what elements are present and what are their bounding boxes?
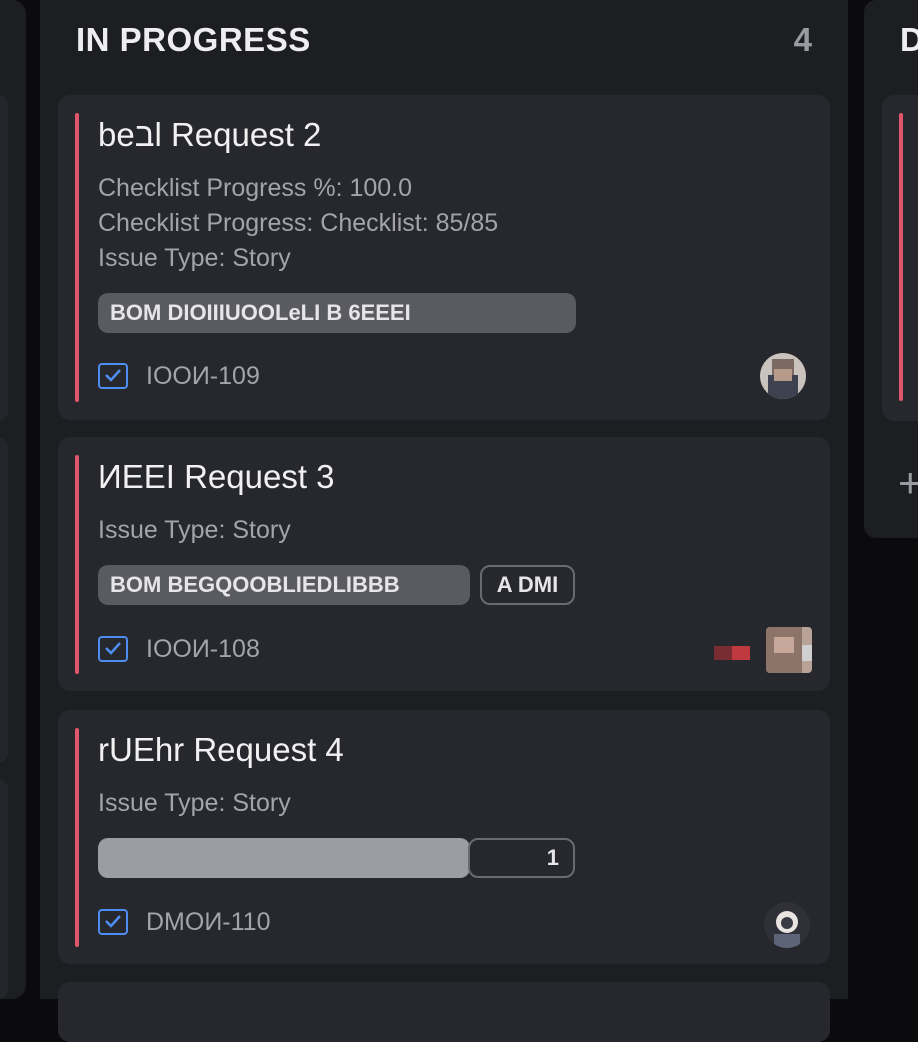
issue-key-row: IOOИ-108: [98, 634, 398, 664]
next-column: D +: [864, 0, 918, 538]
column-issue-count: 4: [793, 21, 812, 58]
in-progress-column: IN PROGRESS 4 beבl Request 2 Checklist P…: [40, 0, 848, 1042]
flag-icon: [714, 644, 750, 662]
issue-key[interactable]: DMOИ-110: [146, 907, 270, 937]
label-chip-text: BOM BEGQOOBLIEDLIBBB: [110, 572, 400, 597]
priority-bar: [899, 113, 903, 401]
label-chip-outline[interactable]: 1: [468, 838, 575, 878]
previous-column: [0, 0, 26, 999]
issue-key[interactable]: IOOИ-108: [146, 634, 260, 664]
card-field: Issue Type: Story: [98, 789, 291, 817]
label-chip[interactable]: BOM BEGQOOBLIEDLIBBB: [98, 565, 470, 605]
label-chip-outline[interactable]: A DMI: [480, 565, 575, 605]
card-field: Checklist Progress: Checklist: 85/85: [98, 209, 499, 237]
column-header: IN PROGRESS 4: [76, 20, 812, 60]
issue-card[interactable]: ИEEI Request 3 Issue Type: Story BOM BEG…: [58, 437, 830, 691]
assignee-avatar[interactable]: [760, 353, 806, 399]
priority-bar: [75, 728, 79, 947]
card-title: beבl Request 2: [98, 116, 322, 153]
label-chip-text: BOM DIOIIIUOOLeLI B 6EEEI: [110, 300, 411, 325]
label-chip-outline-text: 1: [546, 845, 559, 870]
priority-bar: [75, 455, 79, 674]
column-title: IN PROGRESS: [76, 21, 311, 58]
checkbox-story-icon: [98, 909, 128, 935]
assignee-avatar[interactable]: [766, 627, 812, 673]
add-issue-icon[interactable]: +: [898, 462, 918, 504]
previous-column-card[interactable]: [0, 437, 8, 763]
previous-column-card[interactable]: [0, 95, 8, 421]
issue-key-row: DMOИ-110: [98, 907, 398, 937]
issue-card[interactable]: beבl Request 2 Checklist Progress %: 100…: [58, 95, 830, 420]
next-column-card[interactable]: [882, 95, 918, 421]
card-title: ИEEI Request 3: [98, 458, 335, 495]
card-field: Issue Type: Story: [98, 244, 291, 272]
issue-key-row: IOOИ-109: [98, 361, 398, 391]
label-chip-outline-text: A DMI: [496, 572, 559, 597]
assignee-avatar[interactable]: [764, 902, 810, 948]
card-field: Checklist Progress %: 100.0: [98, 174, 413, 202]
priority-bar: [75, 113, 79, 402]
checkbox-story-icon: [98, 636, 128, 662]
issue-key[interactable]: IOOИ-109: [146, 361, 260, 391]
issue-card[interactable]: rUEhr Request 4 Issue Type: Story 1 DMOИ…: [58, 710, 830, 964]
label-chip[interactable]: [98, 838, 470, 878]
checkbox-story-icon: [98, 363, 128, 389]
previous-column-card[interactable]: [0, 779, 8, 999]
card-field: Issue Type: Story: [98, 516, 291, 544]
issue-card[interactable]: [58, 982, 830, 1042]
label-chip[interactable]: BOM DIOIIIUOOLeLI B 6EEEI: [98, 293, 576, 333]
next-column-title: D: [900, 21, 918, 58]
card-title: rUEhr Request 4: [98, 731, 344, 768]
